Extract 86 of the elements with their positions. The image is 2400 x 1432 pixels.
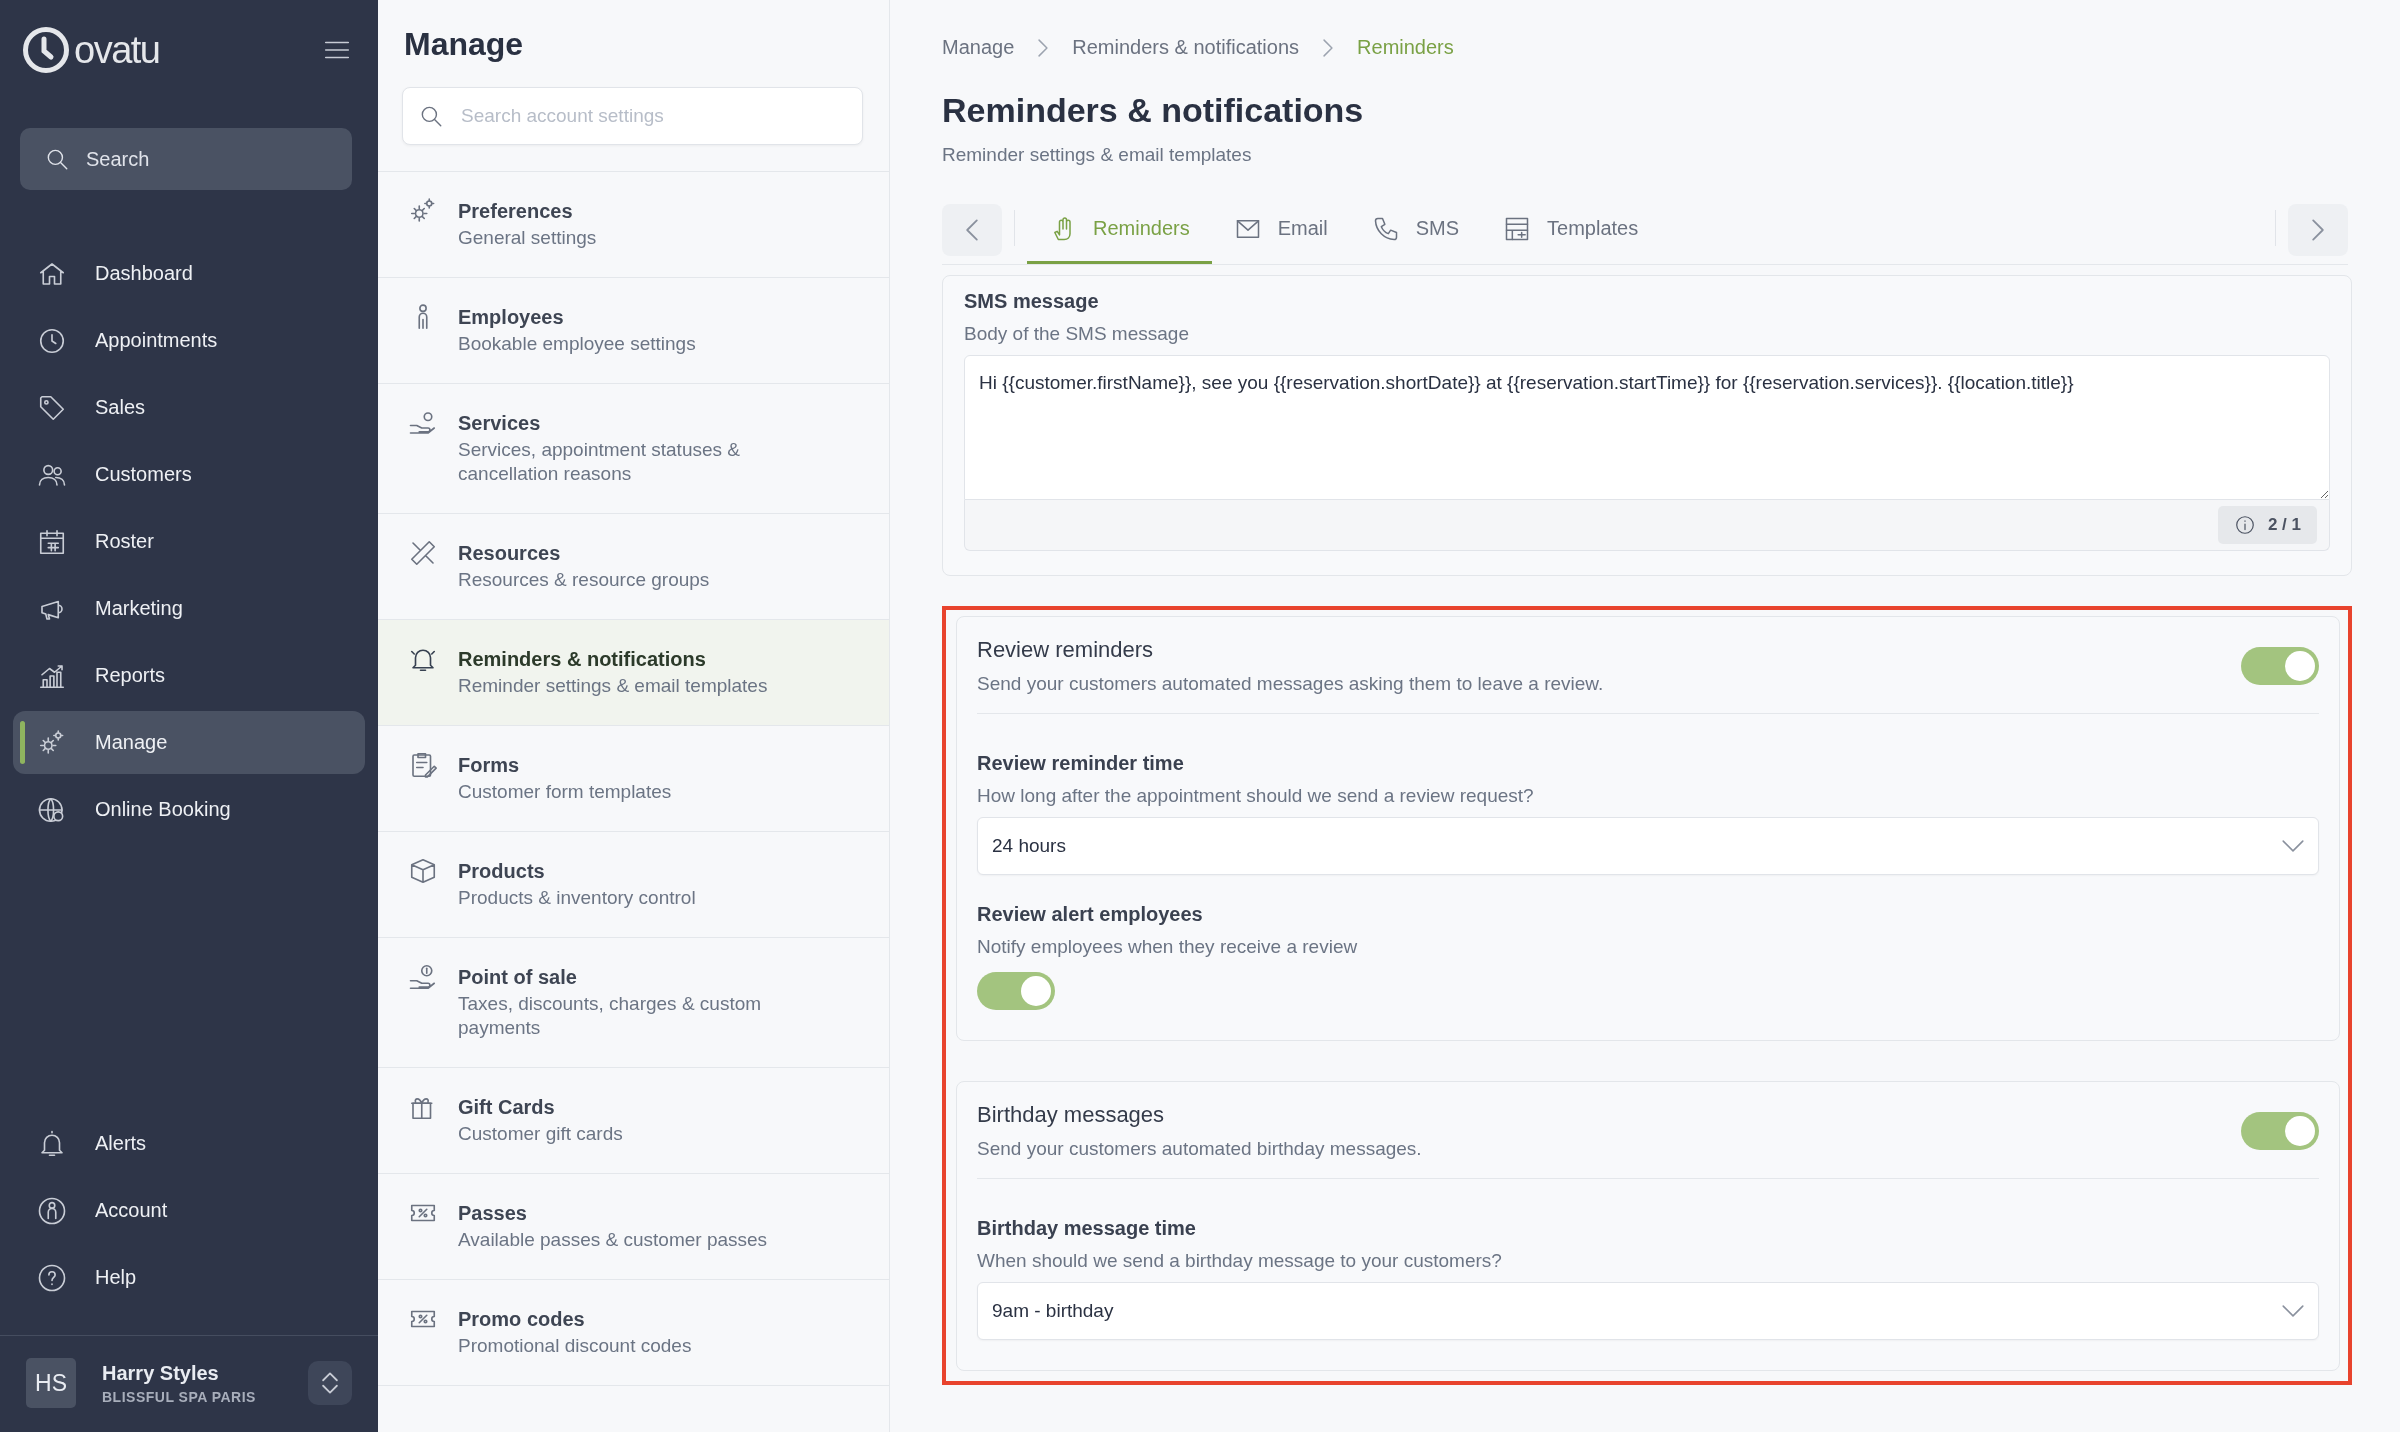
nav-item[interactable]: Roster xyxy=(13,510,365,573)
settings-item[interactable]: Services Services, appointment statuses & cancellation reasons xyxy=(378,383,889,513)
settings-item[interactable]: Preferences General settings xyxy=(378,171,889,277)
settings-item[interactable]: Point of sale Taxes, discounts, charges & custom payments xyxy=(378,937,889,1067)
item-title: Resources xyxy=(458,542,562,565)
logo-icon xyxy=(22,26,70,74)
nav-item[interactable]: Account xyxy=(13,1179,365,1242)
nav-item[interactable]: Online Booking xyxy=(13,778,365,841)
nav-item[interactable]: Help xyxy=(13,1246,365,1309)
field-hint: How long after the appointment should we send a review request? xyxy=(977,785,1535,807)
settings-item[interactable]: Promo codes Promotional discount codes xyxy=(378,1279,889,1385)
item-subtitle: Services, appointment statuses & cancellation reasons xyxy=(458,438,741,486)
section-description: Send your customers automated messages asking them to leave a review. xyxy=(977,673,1604,695)
section-title: Review reminders xyxy=(977,637,1155,663)
item-title: Reminders & notifications xyxy=(458,648,707,671)
settings-item[interactable]: Forms Customer form templates xyxy=(378,725,889,831)
tab[interactable]: Email xyxy=(1211,204,1350,264)
box-icon xyxy=(408,856,438,886)
panel-title: Manage xyxy=(403,25,525,63)
field-label: SMS message xyxy=(964,290,1100,313)
character-counter: 2 / 1 xyxy=(2217,506,2317,544)
item-subtitle: Available passes & customer passes xyxy=(458,1228,768,1252)
field-label: Birthday message time xyxy=(977,1217,1197,1240)
item-subtitle: General settings xyxy=(458,226,597,250)
nav-item[interactable]: Appointments xyxy=(13,309,365,372)
field-label: Review alert employees xyxy=(977,903,1204,926)
account-switch-button[interactable] xyxy=(308,1361,352,1405)
nav-item[interactable]: Reports xyxy=(13,644,365,707)
scroll-left-button[interactable] xyxy=(942,204,1002,256)
section-description: Send your customers automated birthday messages. xyxy=(977,1138,1422,1160)
field-hint: Body of the SMS message xyxy=(964,323,1190,345)
breadcrumb-link[interactable]: Reminders & notifications xyxy=(1072,36,1300,59)
nav-item[interactable]: Customers xyxy=(13,443,365,506)
toggle-switch[interactable] xyxy=(977,972,1055,1010)
nav-item[interactable]: Manage xyxy=(13,711,365,774)
nav-item[interactable]: Dashboard xyxy=(13,242,365,305)
section-title: Birthday messages xyxy=(977,1102,1166,1128)
chevron-up-down-icon xyxy=(319,1372,341,1394)
item-title: Employees xyxy=(458,306,565,329)
nav-item[interactable]: Alerts xyxy=(13,1112,365,1175)
select-field[interactable]: 9am - birthday xyxy=(977,1282,2319,1340)
item-subtitle: Customer gift cards xyxy=(458,1122,623,1146)
item-title: Preferences xyxy=(458,200,574,223)
info-icon xyxy=(2233,514,2256,536)
settings-item[interactable]: Reminders & notifications Reminder settings & email templates xyxy=(378,619,889,725)
item-subtitle: Reminder settings & email templates xyxy=(458,674,768,698)
settings-item[interactable]: Passes Available passes & customer passes xyxy=(378,1173,889,1279)
item-title: Point of sale xyxy=(458,966,578,989)
page-subtitle: Reminder settings & email templates xyxy=(942,144,1253,166)
settings-item[interactable]: Products Products & inventory control xyxy=(378,831,889,937)
settings-item[interactable]: Gift Cards Customer gift cards xyxy=(378,1067,889,1173)
user-name: Harry Styles xyxy=(102,1361,220,1385)
item-title: Promo codes xyxy=(458,1308,586,1331)
field-label: Review reminder time xyxy=(977,752,1185,775)
item-title: Products xyxy=(458,860,546,883)
search-field[interactable]: Search xyxy=(20,128,352,190)
logo-text: ovatu xyxy=(74,28,160,72)
settings-item[interactable]: Employees Bookable employee settings xyxy=(378,277,889,383)
item-subtitle: Taxes, discounts, charges & custom payments xyxy=(458,992,763,1040)
toggle-switch[interactable] xyxy=(2241,1112,2319,1150)
item-title: Passes xyxy=(458,1202,528,1225)
search-field[interactable]: Search account settings xyxy=(402,87,863,145)
page-title: Reminders & notifications xyxy=(942,91,1365,130)
item-subtitle: Customer form templates xyxy=(458,780,672,804)
tab[interactable]: Templates xyxy=(1481,204,1661,264)
item-subtitle: Resources & resource groups xyxy=(458,568,710,592)
avatar: HS xyxy=(26,1358,76,1408)
scroll-right-button[interactable] xyxy=(2288,204,2348,256)
breadcrumb-link[interactable]: Manage xyxy=(942,36,1015,59)
item-subtitle: Promotional discount codes xyxy=(458,1334,692,1358)
item-subtitle: Bookable employee settings xyxy=(458,332,696,356)
field-hint: When should we send a birthday message to your customers? xyxy=(977,1250,1503,1272)
help-icon xyxy=(37,1262,67,1293)
select-field[interactable]: 24 hours xyxy=(977,817,2319,875)
person-icon xyxy=(37,1195,67,1226)
nav-item[interactable]: Marketing xyxy=(13,577,365,640)
item-subtitle: Products & inventory control xyxy=(458,886,696,910)
business-name: BLISSFUL SPA PARIS xyxy=(102,1388,257,1405)
item-title: Forms xyxy=(458,754,521,777)
toggle-switch[interactable] xyxy=(2241,647,2319,685)
item-title: Services xyxy=(458,412,542,435)
nav-item[interactable]: Sales xyxy=(13,376,365,439)
tab[interactable]: SMS xyxy=(1349,204,1482,264)
field-hint: Notify employees when they receive a review xyxy=(977,936,1359,958)
message-field[interactable]: Hi {{customer.firstName}}, see you {{reservation.shortDate}} at {{reservation.startTime}} for {{reservation.services}}. {{location.title}} xyxy=(964,355,2330,500)
item-title: Gift Cards xyxy=(458,1096,556,1119)
